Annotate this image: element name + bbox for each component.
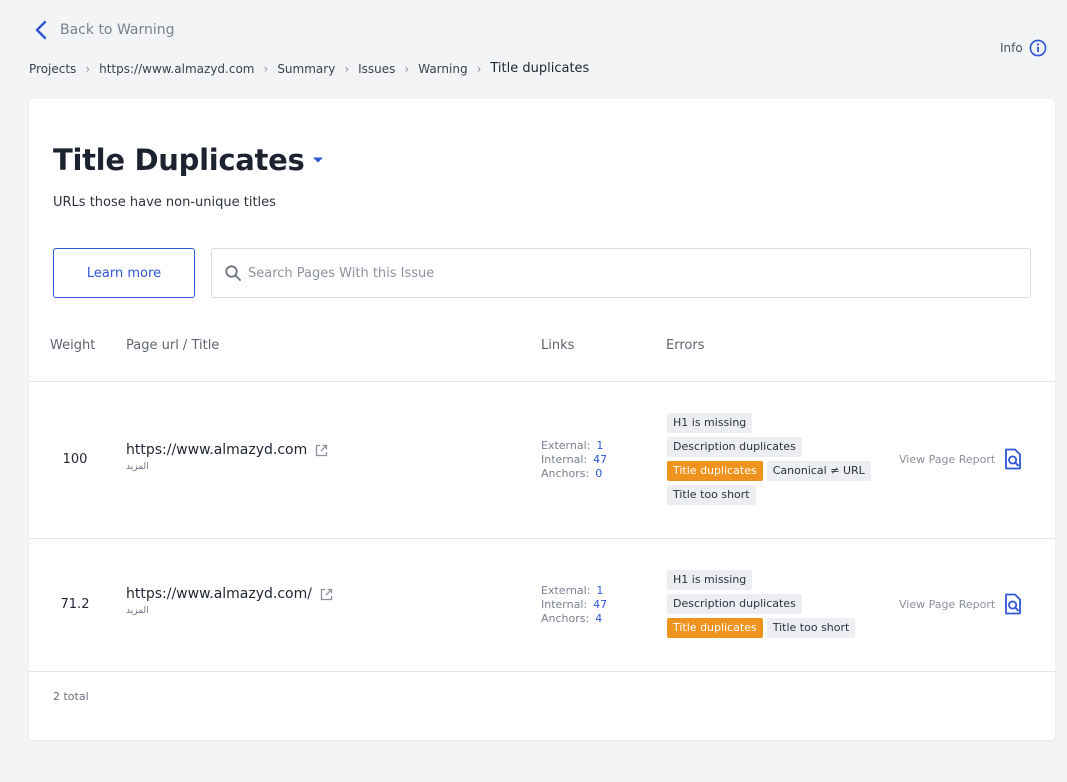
issue-title-dropdown[interactable]: Title Duplicates <box>53 143 324 177</box>
total-count: 2 total <box>53 690 89 703</box>
info-label: Info <box>1000 41 1023 55</box>
error-tag: H1 is missing <box>667 570 753 590</box>
column-header-links[interactable]: Links <box>541 338 574 353</box>
column-header-errors: Errors <box>666 338 705 353</box>
breadcrumb-issues[interactable]: Issues <box>358 62 395 76</box>
error-tag: Description duplicates <box>667 594 802 614</box>
error-tag: Description duplicates <box>667 437 802 457</box>
breadcrumb: Projects › https://www.almazyd.com › Sum… <box>29 61 589 76</box>
row-weight: 71.2 <box>60 597 90 612</box>
external-link-icon[interactable] <box>320 588 333 601</box>
breadcrumb-projects[interactable]: Projects <box>29 62 76 76</box>
view-page-report-label: View Page Report <box>899 452 996 466</box>
error-tag-current: Title duplicates <box>667 461 763 481</box>
row-page: https://www.almazyd.com المزيد <box>126 442 328 472</box>
search-box[interactable] <box>211 248 1031 298</box>
row-links: External: 1 Internal: 47 Anchors: 4 <box>541 584 607 626</box>
row-weight: 100 <box>62 452 88 467</box>
row-errors: H1 is missing Description duplicates Tit… <box>667 413 882 505</box>
breadcrumb-separator-icon: › <box>476 61 482 76</box>
error-tag: Canonical ≠ URL <box>766 461 871 481</box>
anchors-count[interactable]: 4 <box>595 612 602 626</box>
page-report-icon <box>1005 593 1022 615</box>
page-title: Title Duplicates <box>53 143 305 177</box>
table-row: 71.2 https://www.almazyd.com/ المزيد Ext… <box>29 539 1055 671</box>
breadcrumb-current: Title duplicates <box>490 61 590 76</box>
page-title-text: المزيد <box>126 606 149 616</box>
table-divider <box>29 671 1055 672</box>
row-errors: H1 is missing Description duplicates Tit… <box>667 570 882 638</box>
page-url-link[interactable]: https://www.almazyd.com <box>126 442 307 458</box>
search-icon <box>225 265 241 281</box>
anchors-label: Anchors: <box>541 467 590 480</box>
internal-links-label: Internal: <box>541 453 588 466</box>
external-link-icon[interactable] <box>315 444 328 457</box>
page-report-icon <box>1005 448 1022 470</box>
error-tag: Title too short <box>667 485 756 505</box>
internal-links-label: Internal: <box>541 598 588 611</box>
external-links-label: External: <box>541 439 591 452</box>
view-page-report-label: View Page Report <box>899 597 996 611</box>
column-header-weight[interactable]: Weight <box>50 338 95 353</box>
internal-links-count[interactable]: 47 <box>593 453 607 467</box>
view-page-report-link[interactable]: View Page Report <box>899 448 1022 470</box>
external-links-count[interactable]: 1 <box>596 584 603 598</box>
row-links: External: 1 Internal: 47 Anchors: 0 <box>541 439 607 481</box>
column-header-page[interactable]: Page url / Title <box>126 338 219 353</box>
info-icon <box>1029 39 1047 57</box>
breadcrumb-separator-icon: › <box>404 61 410 76</box>
breadcrumb-separator-icon: › <box>85 61 91 76</box>
internal-links-count[interactable]: 47 <box>593 598 607 612</box>
page-title-text: المزيد <box>126 462 149 472</box>
error-tag: H1 is missing <box>667 413 753 433</box>
learn-more-button[interactable]: Learn more <box>53 248 195 298</box>
info-button[interactable]: Info <box>1000 39 1047 57</box>
view-page-report-link[interactable]: View Page Report <box>899 593 1022 615</box>
table-row: 100 https://www.almazyd.com المزيد Exter… <box>29 382 1055 537</box>
external-links-count[interactable]: 1 <box>596 439 603 453</box>
issue-card: Title Duplicates URLs those have non-uni… <box>29 99 1055 740</box>
back-to-warning-link[interactable]: Back to Warning <box>34 20 175 40</box>
breadcrumb-separator-icon: › <box>344 61 350 76</box>
row-page: https://www.almazyd.com/ المزيد <box>126 586 333 616</box>
breadcrumb-summary[interactable]: Summary <box>277 62 335 76</box>
external-links-label: External: <box>541 584 591 597</box>
chevron-left-icon <box>35 20 47 40</box>
error-tag: Title too short <box>766 618 856 638</box>
breadcrumb-separator-icon: › <box>263 61 269 76</box>
anchors-label: Anchors: <box>541 612 590 625</box>
page-url-link[interactable]: https://www.almazyd.com/ <box>126 586 312 602</box>
caret-down-icon <box>313 157 324 163</box>
back-label: Back to Warning <box>60 22 175 38</box>
issue-description: URLs those have non-unique titles <box>53 195 276 210</box>
error-tag-current: Title duplicates <box>667 618 763 638</box>
search-input[interactable] <box>248 265 1030 281</box>
breadcrumb-warning[interactable]: Warning <box>418 62 467 76</box>
breadcrumb-project-url[interactable]: https://www.almazyd.com <box>99 62 254 76</box>
anchors-count[interactable]: 0 <box>595 467 602 481</box>
